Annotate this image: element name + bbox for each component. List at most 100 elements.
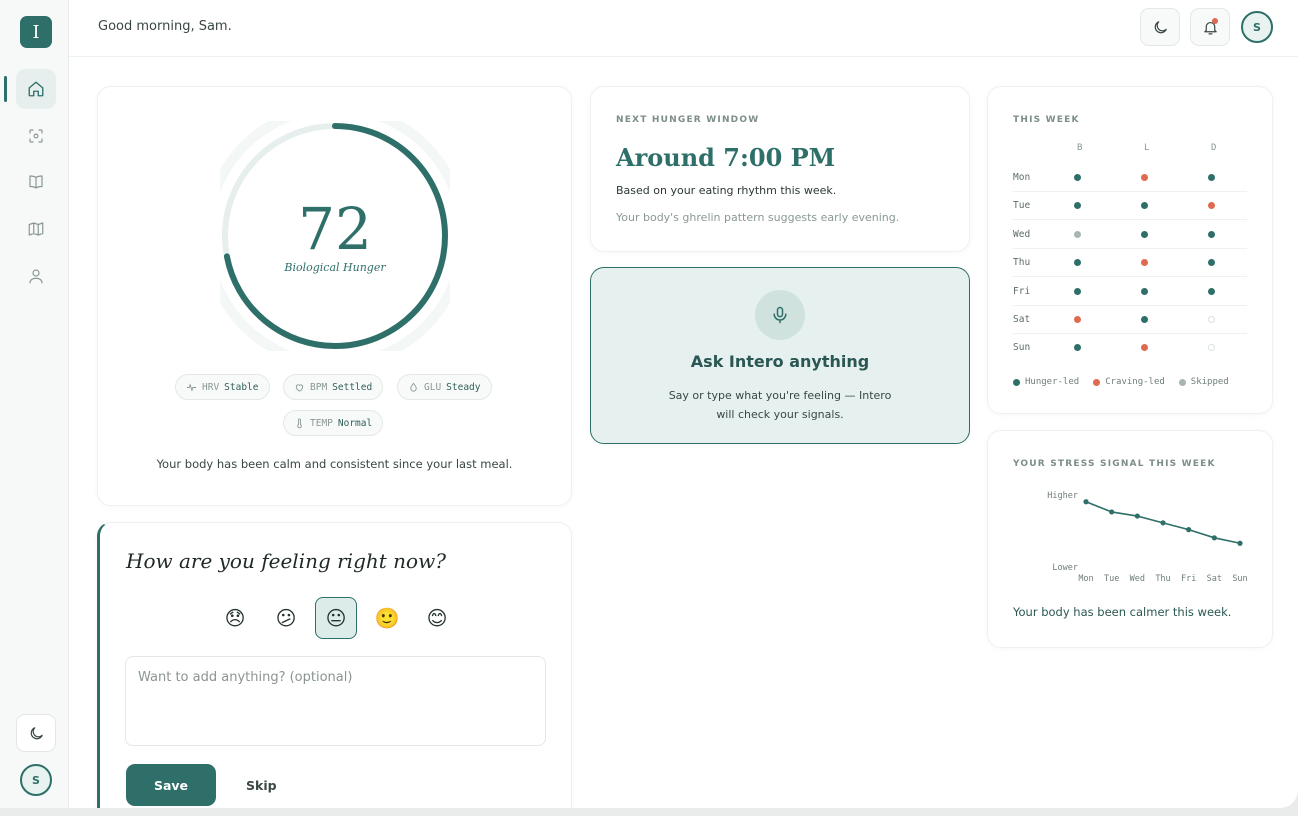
week-day-label: Sat — [1013, 314, 1031, 325]
y-tick-label-higher: Higher — [1047, 491, 1078, 501]
sidebar-theme-toggle[interactable] — [16, 714, 56, 752]
ask-intero-subtitle: Say or type what you're feeling — Intero… — [668, 389, 892, 421]
meal-dot-hunger[interactable] — [1074, 287, 1081, 295]
meal-dot-craving[interactable] — [1208, 202, 1215, 210]
signal-key: TEMP — [310, 417, 333, 429]
week-row: Sat — [1013, 306, 1247, 334]
x-tick-label: Sun — [1232, 574, 1247, 584]
drop-icon — [410, 382, 417, 392]
week-row: Wed — [1013, 221, 1247, 249]
meal-dot-hunger[interactable] — [1141, 287, 1148, 295]
stress-point-thu[interactable] — [1160, 520, 1166, 526]
moon-icon — [30, 726, 43, 739]
legend-hunger-led: Hunger-led — [1013, 377, 1079, 387]
column-header-breakfast: B — [1077, 143, 1083, 153]
next-hunger-card: NEXT HUNGER WINDOW Around 7:00 PM Based … — [590, 86, 970, 252]
sidebar-item-map[interactable] — [16, 209, 56, 249]
x-tick-label: Fri — [1181, 574, 1196, 584]
week-row: Tue — [1013, 192, 1247, 221]
feeling-checkin-card: How are you feeling right now? 😞 😕 😐 🙂 😊… — [97, 522, 572, 808]
notifications-button[interactable] — [1190, 8, 1230, 46]
signal-pill-temp[interactable]: TEMP Normal — [283, 410, 384, 436]
meal-dot-empty[interactable] — [1208, 316, 1215, 323]
next-hunger-subtitle: Based on your eating rhythm this week. — [616, 184, 837, 197]
scan-icon — [29, 129, 43, 143]
sidebar-avatar[interactable]: S — [20, 764, 52, 796]
meal-dot-craving[interactable] — [1141, 174, 1148, 181]
signal-key: GLU — [424, 381, 442, 393]
stress-line-chart: Mon Tue Wed Thu Fri Sat Sun Higher Lower — [1047, 491, 1247, 584]
stress-signal-label: YOUR STRESS SIGNAL THIS WEEK — [1013, 459, 1216, 469]
moon-icon — [1154, 20, 1167, 33]
this-week-label: THIS WEEK — [1013, 115, 1080, 125]
meal-dot-hunger[interactable] — [1141, 230, 1148, 238]
week-day-label: Thu — [1013, 257, 1031, 269]
meal-dot-hunger[interactable] — [1074, 344, 1081, 352]
meal-dot-craving[interactable] — [1074, 316, 1081, 323]
sidebar-item-profile[interactable] — [16, 256, 56, 296]
hunger-summary: Your body has been calm and consistent s… — [156, 457, 513, 471]
skip-button[interactable]: Skip — [234, 764, 289, 806]
top-header: Good morning, Sam. S — [69, 0, 1298, 57]
stress-point-sun[interactable] — [1237, 540, 1243, 546]
meal-dot-hunger[interactable] — [1074, 202, 1081, 210]
sidebar-item-home[interactable] — [16, 69, 56, 109]
x-tick-label: Sat — [1207, 574, 1222, 584]
emoji-option-very-happy[interactable]: 😊 — [416, 597, 458, 639]
next-hunger-note: Your body's ghrelin pattern suggests ear… — [616, 211, 900, 224]
emoji-option-neutral[interactable]: 😐 — [315, 597, 357, 639]
stress-point-sat[interactable] — [1211, 535, 1217, 541]
meal-dot-skipped[interactable] — [1074, 230, 1081, 238]
meal-dot-hunger[interactable] — [1141, 202, 1148, 210]
meal-dot-hunger[interactable] — [1074, 174, 1081, 181]
map-icon — [28, 222, 44, 236]
week-day-label: Mon — [1013, 172, 1031, 183]
emoji-option-sad[interactable]: 😕 — [265, 597, 307, 639]
feeling-note-input[interactable] — [125, 656, 546, 746]
meal-dot-empty[interactable] — [1208, 344, 1215, 352]
meal-dot-craving[interactable] — [1141, 344, 1148, 352]
stress-signal-card: YOUR STRESS SIGNAL THIS WEEK Mon Tue Wed Th… — [987, 430, 1273, 648]
week-row: Fri — [1013, 278, 1247, 306]
meal-dot-hunger[interactable] — [1141, 316, 1148, 323]
app-window: I S Good morning, Sam. S 72 Biological H… — [0, 0, 1298, 808]
header-avatar[interactable]: S — [1241, 11, 1273, 43]
user-icon — [29, 269, 43, 284]
hunger-card: 72 Biological Hunger HRV Stable BPM Sett… — [97, 86, 572, 506]
sidebar-item-journal[interactable] — [16, 162, 56, 202]
signal-pill-hrv[interactable]: HRV Stable — [175, 374, 270, 400]
signal-pill-bpm[interactable]: BPM Settled — [283, 374, 384, 400]
meal-dot-hunger[interactable] — [1208, 230, 1215, 238]
legend-label: Craving-led — [1105, 377, 1165, 387]
stress-point-fri[interactable] — [1186, 527, 1192, 533]
emoji-option-happy[interactable]: 🙂 — [366, 597, 408, 639]
heart-icon — [295, 383, 304, 392]
app-logo[interactable]: I — [20, 16, 52, 48]
meal-dot-craving[interactable] — [1141, 259, 1148, 267]
ask-intero-card[interactable]: Ask Intero anything Say or type what you… — [590, 267, 970, 444]
mic-button[interactable] — [755, 290, 805, 340]
signal-pill-glu[interactable]: GLU Steady — [397, 374, 492, 400]
legend-label: Hunger-led — [1025, 377, 1080, 387]
week-legend: Hunger-led Craving-led Skipped — [1013, 377, 1229, 387]
save-button[interactable]: Save — [126, 764, 216, 806]
meal-dot-hunger[interactable] — [1208, 287, 1215, 295]
sidebar-item-scan[interactable] — [16, 116, 56, 156]
stress-summary: Your body has been calmer this week. — [1013, 605, 1232, 619]
home-icon — [28, 81, 44, 97]
stress-point-wed[interactable] — [1134, 513, 1140, 519]
stress-point-mon[interactable] — [1083, 499, 1089, 505]
stress-point-tue[interactable] — [1109, 509, 1115, 515]
legend-skipped: Skipped — [1178, 377, 1229, 387]
meal-dot-hunger[interactable] — [1208, 174, 1215, 181]
signal-value: Settled — [332, 381, 373, 393]
week-day-label: Fri — [1013, 285, 1031, 297]
theme-toggle-button[interactable] — [1140, 8, 1180, 46]
meal-dot-hunger[interactable] — [1208, 259, 1215, 267]
week-day-label: Wed — [1013, 228, 1031, 240]
meal-dot-hunger[interactable] — [1074, 259, 1081, 267]
emoji-option-very-sad[interactable]: 😞 — [214, 597, 256, 639]
hunger-score: 72 — [298, 195, 372, 263]
book-icon — [29, 175, 43, 189]
signal-value: Steady — [446, 381, 481, 393]
